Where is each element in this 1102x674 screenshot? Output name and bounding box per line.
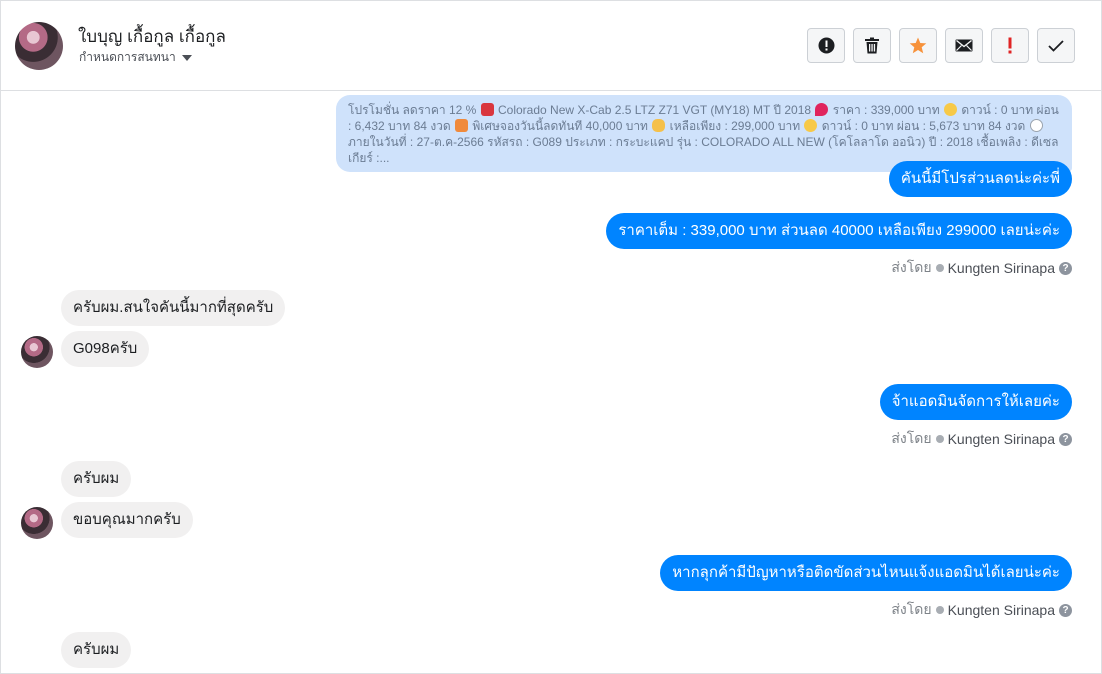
alert-circle-icon (818, 37, 834, 54)
sender-name: Kungten Sirinapa (947, 602, 1055, 618)
mail-button[interactable] (945, 28, 983, 63)
promo-text-5: พิเศษจองวันนี้ลดทันที 40,000 บาท (469, 119, 652, 133)
conversation-status-dropdown[interactable]: กำหนดการสนทนา (79, 48, 192, 67)
outgoing-message[interactable]: จ้าแอดมินจัดการให้เลยค่ะ (879, 384, 1072, 420)
pointing-hand-icon (652, 119, 666, 132)
verified-icon (935, 264, 944, 272)
contact-avatar-small[interactable] (21, 507, 53, 539)
sent-by-info: ส่งโดย Kungten Sirinapa ? (891, 257, 1072, 279)
conversation-window: ใบบุญ เกื้อกูล เกื้อกูล กำหนดการสนทนา โป… (0, 0, 1102, 674)
help-icon[interactable]: ? (1059, 432, 1072, 446)
sender-name: Kungten Sirinapa (947, 431, 1055, 447)
important-button[interactable] (991, 28, 1029, 63)
delete-button[interactable] (853, 28, 891, 63)
message-thread[interactable]: โปรโมชั่น ลดราคา 12 % Colorado New X-Cab… (1, 91, 1101, 673)
trash-icon (865, 37, 879, 54)
mark-done-button[interactable] (1037, 28, 1075, 63)
promo-text-6: เหลือเพียง : 299,000 บาท (666, 119, 804, 133)
star-icon (909, 37, 927, 54)
help-icon[interactable]: ? (1059, 603, 1072, 617)
mail-icon (955, 39, 973, 52)
check-icon (1048, 39, 1064, 52)
sent-by-info: ส่งโดย Kungten Sirinapa ? (891, 428, 1072, 450)
outgoing-message[interactable]: ราคาเต็ม : 339,000 บาท ส่วนลด 40000 เหลื… (606, 213, 1072, 249)
sent-by-info: ส่งโดย Kungten Sirinapa ? (891, 599, 1072, 621)
stopwatch-icon (1029, 119, 1043, 132)
party-popper-icon (455, 119, 469, 132)
caret-down-icon (181, 54, 192, 61)
sent-by-label: ส่งโดย (891, 259, 932, 275)
star-button[interactable] (899, 28, 937, 63)
verified-icon (935, 435, 944, 443)
outgoing-message[interactable]: หากลุกค้ามีปัญหาหรือติดขัดส่วนไหนแจ้งแอด… (660, 555, 1072, 591)
sent-by-label: ส่งโดย (891, 430, 932, 446)
action-toolbar (807, 28, 1075, 63)
incoming-message[interactable]: ครับผม (61, 461, 132, 497)
conversation-header: ใบบุญ เกื้อกูล เกื้อกูล กำหนดการสนทนา (1, 1, 1101, 91)
incoming-message[interactable]: ขอบคุณมากครับ (61, 502, 193, 538)
sender-name: Kungten Sirinapa (947, 260, 1055, 276)
promo-text-7: ดาวน์ : 0 บาท ผ่อน : 5,673 บาท 84 งวด (818, 119, 1029, 133)
sent-by-label: ส่งโดย (891, 601, 932, 617)
contact-avatar[interactable] (15, 22, 63, 70)
exclamation-icon (1008, 37, 1012, 54)
pushpin-icon (815, 103, 829, 116)
conversation-status-label: กำหนดการสนทนา (79, 50, 176, 64)
promo-text-3: ราคา : 339,000 บาท (829, 103, 944, 117)
star-emoji-icon (944, 103, 958, 116)
contact-name[interactable]: ใบบุญ เกื้อกูล เกื้อกูล (78, 23, 226, 50)
alert-button[interactable] (807, 28, 845, 63)
verified-icon (935, 606, 944, 614)
contact-avatar-small[interactable] (21, 336, 53, 368)
outgoing-message[interactable]: คันนี้มีโปรส่วนลดน่ะค่ะพี่ (888, 161, 1072, 197)
promo-text-2: Colorado New X-Cab 2.5 LTZ Z71 VGT (MY18… (494, 103, 815, 117)
help-icon[interactable]: ? (1059, 261, 1072, 275)
car-icon (480, 103, 494, 116)
incoming-message[interactable]: ครับผม (61, 632, 132, 668)
incoming-message[interactable]: G098ครับ (61, 331, 150, 367)
incoming-message[interactable]: ครับผม.สนใจคันนี้มากที่สุดครับ (61, 290, 286, 326)
promo-text-1: โปรโมชั่น ลดราคา 12 % (348, 103, 480, 117)
glowing-star-icon (804, 119, 818, 132)
